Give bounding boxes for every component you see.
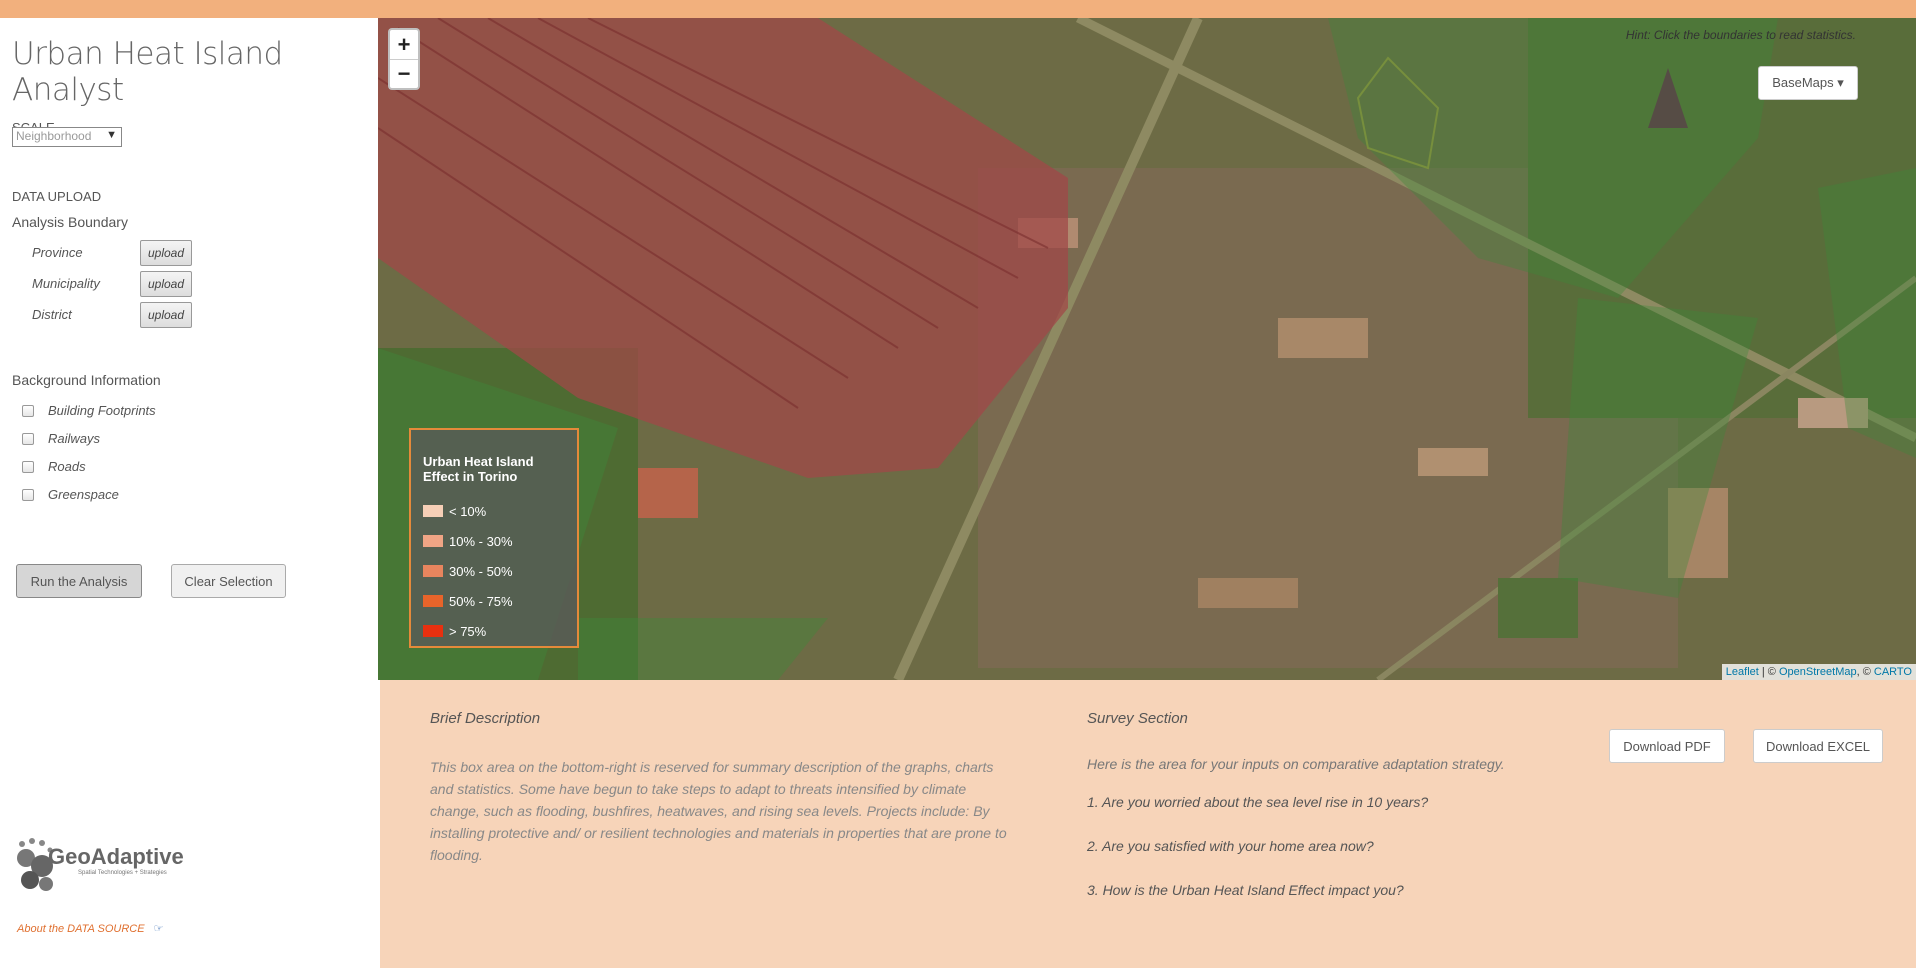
zoom-control: + − xyxy=(388,28,420,90)
logo-name: GeoAdaptive xyxy=(48,844,184,869)
survey-question[interactable]: 1. Are you worried about the sea level r… xyxy=(1087,794,1428,810)
legend-item: 10% - 30% xyxy=(423,526,565,556)
layer-label: Railways xyxy=(48,431,101,446)
upload-label: District xyxy=(32,307,72,322)
upload-municipality-button[interactable]: upload xyxy=(140,271,192,297)
legend-item: 50% - 75% xyxy=(423,586,565,616)
geoadaptive-logo: GeoAdaptive Spatial Technologies + Strat… xyxy=(16,836,186,898)
zoom-out-button[interactable]: − xyxy=(390,59,418,88)
run-analysis-button[interactable]: Run the Analysis xyxy=(16,564,142,598)
external-link-icon: ☞ xyxy=(153,923,164,935)
analysis-boundary-label: Analysis Boundary xyxy=(12,214,128,230)
checkbox[interactable] xyxy=(22,405,34,417)
brief-description-text: This box area on the bottom-right is res… xyxy=(430,759,1007,863)
app-title: Urban Heat Island Analyst xyxy=(12,36,283,108)
upload-label: Province xyxy=(32,245,83,260)
legend-label: 30% - 50% xyxy=(449,563,513,579)
layer-label: Building Footprints xyxy=(48,403,156,418)
satellite-basemap xyxy=(378,18,1916,680)
layer-label: Roads xyxy=(48,459,86,474)
background-info-label: Background Information xyxy=(12,372,161,388)
legend-swatch xyxy=(423,505,443,517)
layer-label: Greenspace xyxy=(48,487,119,502)
download-pdf-button[interactable]: Download PDF xyxy=(1609,729,1725,763)
data-upload-label: DATA UPLOAD xyxy=(12,189,102,204)
legend-swatch xyxy=(423,565,443,577)
sidebar: Urban Heat Island Analyst SCALE Neighbor… xyxy=(0,18,378,968)
checkbox[interactable] xyxy=(22,489,34,501)
legend-item: < 10% xyxy=(423,496,565,526)
upload-province-button[interactable]: upload xyxy=(140,240,192,266)
survey-question[interactable]: 2. Are you satisfied with your home area… xyxy=(1087,838,1374,854)
basemaps-dropdown-button[interactable]: BaseMaps ▾ xyxy=(1758,66,1858,100)
legend-swatch xyxy=(423,535,443,547)
legend-swatch xyxy=(423,625,443,637)
map-legend: Urban Heat Island Effect in Torino < 10%… xyxy=(409,428,579,648)
legend-label: 10% - 30% xyxy=(449,533,513,549)
top-accent-bar xyxy=(0,0,1916,18)
zoom-in-button[interactable]: + xyxy=(390,30,418,59)
upload-row-district: District upload xyxy=(32,302,192,328)
chevron-down-icon: ▼ xyxy=(106,129,117,141)
download-excel-button[interactable]: Download EXCEL xyxy=(1753,729,1883,763)
checkbox[interactable] xyxy=(22,433,34,445)
scale-select[interactable]: Neighborhood ▼ xyxy=(12,127,122,147)
clear-selection-button[interactable]: Clear Selection xyxy=(171,564,286,598)
about-link-label: About the DATA SOURCE xyxy=(17,923,145,935)
map-hint: Hint: Click the boundaries to read stati… xyxy=(1625,28,1856,42)
osm-link[interactable]: OpenStreetMap xyxy=(1779,666,1857,678)
scale-select-value: Neighborhood xyxy=(16,129,92,143)
legend-title: Urban Heat Island Effect in Torino xyxy=(423,454,534,484)
map-view[interactable]: + − Hint: Click the boundaries to read s… xyxy=(378,18,1916,680)
attribution-separator: , © xyxy=(1856,666,1874,678)
map-attribution: Leaflet | © OpenStreetMap, © CARTO xyxy=(1721,664,1916,680)
legend-label: < 10% xyxy=(449,503,487,519)
survey-intro: Here is the area for your inputs on comp… xyxy=(1087,756,1505,772)
checkbox[interactable] xyxy=(22,461,34,473)
survey-section-title: Survey Section xyxy=(1087,710,1188,727)
legend-label: 50% - 75% xyxy=(449,593,513,609)
upload-row-province: Province upload xyxy=(32,240,192,266)
survey-question[interactable]: 3. How is the Urban Heat Island Effect i… xyxy=(1087,882,1404,898)
about-data-source-link[interactable]: About the DATA SOURCE ☞ xyxy=(17,922,164,935)
info-panel: Brief Description This box area on the b… xyxy=(380,680,1916,968)
legend-label: > 75% xyxy=(449,623,487,639)
upload-district-button[interactable]: upload xyxy=(140,302,192,328)
carto-link[interactable]: CARTO xyxy=(1874,666,1912,678)
upload-row-municipality: Municipality upload xyxy=(32,271,192,297)
upload-label: Municipality xyxy=(32,276,100,291)
legend-swatch xyxy=(423,595,443,607)
legend-item: 30% - 50% xyxy=(423,556,565,586)
attribution-separator: | © xyxy=(1758,666,1779,678)
leaflet-link[interactable]: Leaflet xyxy=(1726,666,1759,678)
brief-description-title: Brief Description xyxy=(430,710,541,727)
legend-item: > 75% xyxy=(423,616,565,646)
logo-tagline: Spatial Technologies + Strategies xyxy=(78,870,167,876)
